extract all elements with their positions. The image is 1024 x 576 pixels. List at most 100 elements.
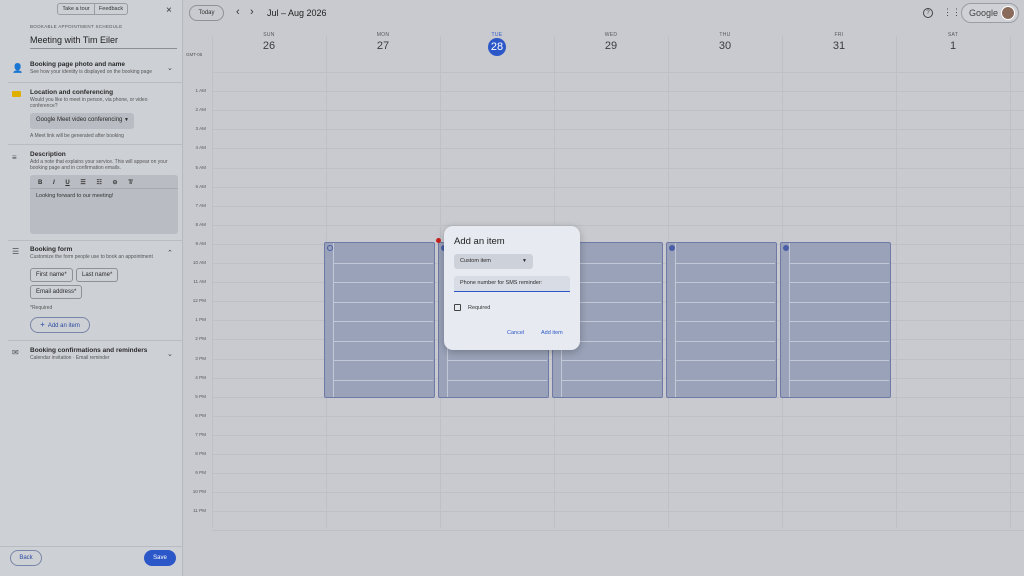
hour-gridline — [212, 473, 1024, 475]
slot-divider — [675, 321, 775, 322]
conferencing-dropdown-value: Google Meet video conferencing — [36, 117, 123, 123]
hour-label: 6 PM — [195, 412, 206, 418]
confirmations-title[interactable]: Booking confirmations and reminders — [30, 347, 147, 354]
help-icon[interactable]: ? — [923, 8, 933, 18]
plus-icon: + — [40, 320, 45, 329]
feedback-button[interactable]: Feedback — [94, 3, 128, 15]
hour-gridline — [212, 110, 1024, 112]
account-chip[interactable]: Google — [961, 3, 1019, 23]
required-checkbox[interactable] — [454, 304, 461, 311]
first-name-chip[interactable]: First name* — [30, 268, 73, 282]
day-number-tue[interactable]: 28 — [488, 38, 506, 56]
booking-form-title: Booking form — [30, 246, 73, 253]
divider — [8, 240, 183, 241]
photo-section-title[interactable]: Booking page photo and name — [30, 61, 125, 68]
feedback-label: Feedback — [98, 6, 124, 12]
chevron-up-icon[interactable]: ⌃ — [167, 249, 173, 257]
hour-label: 12 PM — [192, 298, 206, 304]
next-week-icon[interactable]: › — [250, 6, 254, 18]
hour-label: 10 PM — [192, 489, 206, 495]
appointment-block-mon[interactable] — [324, 242, 435, 398]
day-column-divider — [896, 36, 897, 528]
panel-overline: BOOKABLE APPOINTMENT SCHEDULE — [30, 24, 123, 29]
appointment-block-thu[interactable] — [666, 242, 777, 398]
item-label-value: Phone number for SMS reminder: — [460, 280, 543, 286]
take-tour-label: Take a tour — [62, 6, 90, 12]
chevron-down-icon[interactable]: ⌄ — [167, 350, 173, 358]
divider — [8, 82, 183, 83]
save-label: Save — [153, 555, 167, 561]
date-range-title: Jul – Aug 2026 — [267, 8, 327, 18]
title-underline — [30, 48, 177, 49]
add-item-label: Add an item — [47, 323, 80, 329]
clear-format-icon[interactable]: T̸ — [128, 180, 132, 186]
hour-label: 4 PM — [195, 374, 206, 380]
location-section-desc-2: conference? — [30, 103, 58, 109]
take-tour-button[interactable]: Take a tour — [57, 3, 95, 15]
divider — [8, 340, 183, 341]
chevron-down-icon[interactable]: ⌄ — [167, 64, 173, 72]
hour-label: 4 AM — [195, 145, 206, 151]
item-label-input[interactable]: Phone number for SMS reminder: — [454, 276, 570, 292]
bulleted-list-icon[interactable]: ☷ — [96, 180, 101, 186]
email-address-chip[interactable]: Email address* — [30, 285, 83, 299]
hour-label: 9 AM — [195, 240, 206, 246]
day-label-thu: THU — [719, 32, 731, 38]
save-button[interactable]: Save — [144, 550, 176, 566]
day-number-wed[interactable]: 29 — [561, 40, 661, 52]
apps-grid-icon[interactable]: ⋮⋮ — [943, 7, 961, 18]
hour-gridline — [212, 186, 1024, 188]
conferencing-dropdown[interactable]: Google Meet video conferencing ▼ — [30, 113, 134, 129]
slot-divider — [789, 301, 889, 303]
bold-icon[interactable]: B — [38, 180, 42, 186]
slot-divider — [675, 301, 775, 303]
link-icon[interactable]: ⊝ — [113, 180, 118, 186]
day-number-mon[interactable]: 27 — [333, 40, 433, 52]
today-button[interactable]: Today — [189, 5, 224, 21]
item-type-select[interactable]: Custom item ▼ — [454, 254, 533, 269]
underline-icon[interactable]: U — [65, 180, 69, 186]
hour-label: 8 AM — [195, 221, 206, 227]
description-section-title: Description — [30, 151, 66, 158]
hour-gridline — [212, 129, 1024, 131]
hour-label: 9 PM — [195, 470, 206, 476]
hour-gridline — [212, 91, 1024, 93]
slot-divider — [675, 340, 775, 342]
meet-link-note: A Meet link will be generated after book… — [30, 133, 124, 139]
format-toolbar: B I U ☰ ☷ ⊝ T̸ — [38, 179, 132, 186]
slot-divider — [675, 282, 775, 283]
slot-divider — [675, 360, 775, 361]
day-number-fri[interactable]: 31 — [789, 40, 889, 52]
hour-gridline — [212, 530, 1024, 532]
day-number-sat[interactable]: 1 — [903, 40, 1003, 52]
hour-gridline — [212, 492, 1024, 494]
cancel-button[interactable]: Cancel — [507, 330, 524, 336]
hour-label: 8 PM — [195, 451, 206, 456]
description-editor[interactable]: B I U ☰ ☷ ⊝ T̸ Looking forward to our me… — [30, 175, 178, 234]
add-item-button[interactable]: + Add an item — [30, 317, 90, 333]
slot-divider — [333, 262, 433, 264]
slot-divider — [789, 379, 889, 381]
slot-divider — [333, 321, 433, 322]
last-name-chip[interactable]: Last name* — [76, 268, 119, 282]
hour-label: 10 AM — [192, 260, 206, 265]
day-label-fri: FRI — [834, 32, 844, 38]
photo-section-desc: See how your identity is displayed on th… — [30, 69, 153, 75]
required-note: *Required — [30, 305, 53, 311]
day-number-sun[interactable]: 26 — [219, 40, 319, 52]
appointment-side-panel: Take a tour Feedback × BOOKABLE APPOINTM… — [0, 0, 183, 576]
add-item-confirm-button[interactable]: Add item — [541, 330, 563, 336]
italic-icon[interactable]: I — [53, 180, 55, 186]
hour-gridline — [212, 511, 1024, 513]
previous-week-icon[interactable]: ‹ — [236, 6, 240, 18]
appointment-block-fri[interactable] — [780, 242, 891, 398]
hour-label: 2 AM — [195, 107, 206, 113]
booking-form-desc: Customize the form people use to book an… — [30, 254, 153, 260]
day-number-thu[interactable]: 30 — [675, 40, 775, 52]
slot-divider — [675, 379, 775, 381]
numbered-list-icon[interactable]: ☰ — [80, 180, 85, 186]
today-label: Today — [198, 10, 215, 16]
notes-icon: ≡ — [12, 153, 17, 162]
back-button[interactable]: Back — [10, 550, 42, 566]
close-icon[interactable]: × — [166, 5, 172, 16]
